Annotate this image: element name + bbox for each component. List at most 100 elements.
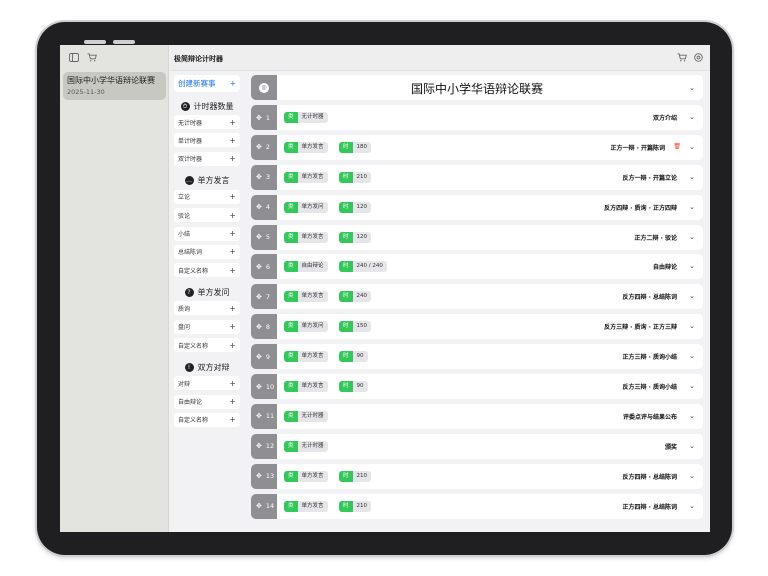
time-tag[interactable]: 时 210: [339, 470, 372, 482]
cart-icon[interactable]: [86, 53, 98, 65]
time-tag[interactable]: 时 150: [339, 321, 372, 333]
time-tag[interactable]: 时 180: [339, 141, 372, 153]
palette-item[interactable]: 盘问 +: [174, 319, 240, 334]
plus-icon[interactable]: +: [229, 247, 236, 256]
chevron-down-icon[interactable]: ⌄: [689, 233, 695, 241]
drag-handle[interactable]: ✥ 1: [251, 105, 277, 130]
segment-row[interactable]: ✥ 7 类单方发言时 240 反方四辩 · 总结陈词 ⌄: [251, 284, 703, 310]
plus-icon[interactable]: +: [229, 229, 236, 238]
chevron-down-icon[interactable]: ⌄: [689, 143, 695, 151]
type-tag[interactable]: 类单方发问: [284, 321, 328, 333]
plus-icon[interactable]: +: [229, 379, 236, 388]
time-tag[interactable]: 时 210: [339, 500, 372, 512]
plus-icon[interactable]: +: [229, 211, 236, 220]
palette-item[interactable]: 自定义名称 +: [174, 412, 240, 427]
palette-item[interactable]: 双计时器 +: [174, 151, 240, 166]
segment-row[interactable]: ✥ 13 类单方发言时 210 反方四辩 · 总结陈词 ⌄: [251, 463, 703, 489]
segment-row[interactable]: ✥ 4 类单方发问时 120 反方四辩 · 质询 · 正方四辩 ⌄: [251, 194, 703, 220]
type-tag[interactable]: 类单方发言: [284, 470, 328, 482]
type-tag[interactable]: 类单方发言: [284, 291, 328, 303]
type-tag[interactable]: 类单方发言: [284, 231, 328, 243]
chevron-down-icon[interactable]: ⌄: [689, 173, 695, 181]
segment-row[interactable]: ✥ 6 类自由辩论时 240 / 240 自由辩论 ⌄: [251, 254, 703, 280]
plus-icon[interactable]: +: [229, 415, 236, 424]
type-tag[interactable]: 类单方发言: [284, 141, 328, 153]
drag-handle[interactable]: ✥ 6: [251, 254, 277, 280]
palette-item[interactable]: 立论 +: [174, 189, 240, 204]
drag-handle[interactable]: ✥ 9: [251, 344, 277, 370]
chevron-down-icon[interactable]: ⌄: [689, 382, 695, 390]
drag-handle[interactable]: ✥ 11: [251, 403, 277, 429]
segment-row[interactable]: ✥ 3 类单方发言时 210 反方一辩 · 开篇立论 ⌄: [251, 164, 703, 190]
drag-handle[interactable]: ✥ 8: [251, 314, 277, 340]
sidebar-toggle-icon[interactable]: [68, 53, 80, 65]
type-tag[interactable]: 类自由辩论: [284, 261, 328, 273]
chevron-down-icon[interactable]: ⌄: [689, 113, 695, 121]
drag-handle[interactable]: ✥ 10: [251, 374, 277, 400]
chevron-down-icon[interactable]: ⌄: [689, 322, 695, 330]
segment-row[interactable]: ✥ 2 类单方发言时 180 正方一辩 · 开篇陈词 🗑 ⌄: [251, 134, 703, 160]
time-tag[interactable]: 时 210: [339, 171, 372, 183]
segment-row[interactable]: ✥ 12 类无计时器 颁奖 ⌄: [251, 433, 703, 459]
drag-handle[interactable]: ✥ 7: [251, 284, 277, 310]
palette-item[interactable]: 自定义名称 +: [174, 263, 240, 278]
chevron-down-icon[interactable]: ⌄: [689, 352, 695, 360]
type-tag[interactable]: 类无计时器: [284, 112, 328, 123]
palette-item[interactable]: 自由辩论 +: [174, 394, 240, 409]
type-tag[interactable]: 类单方发言: [284, 381, 328, 393]
type-tag[interactable]: 类单方发言: [284, 351, 328, 363]
time-tag[interactable]: 时 90: [339, 381, 368, 393]
segment-row[interactable]: ✥ 14 类单方发言时 210 正方四辩 · 总结陈词 ⌄: [251, 493, 703, 519]
plus-icon[interactable]: +: [229, 192, 236, 201]
segment-row[interactable]: ✥ 8 类单方发问时 150 反方三辩 · 质询 · 正方三辩 ⌄: [251, 314, 703, 340]
plus-icon[interactable]: +: [229, 341, 236, 350]
segment-row[interactable]: ✥ 11 类无计时器 评委点评与结果公布 ⌄: [251, 403, 703, 429]
type-tag[interactable]: 类无计时器: [284, 440, 328, 452]
segment-row[interactable]: ✥ 10 类单方发言时 90 反方三辩 · 质询小结 ⌄: [251, 374, 703, 400]
chevron-down-icon[interactable]: ⌄: [689, 412, 695, 420]
segment-row[interactable]: ✥ 5 类单方发言时 120 正方二辩 · 驳论 ⌄: [251, 224, 703, 250]
palette-item[interactable]: 自定义名称 +: [174, 338, 240, 353]
drag-handle[interactable]: ✥ 4: [251, 194, 277, 220]
plus-icon[interactable]: +: [229, 322, 236, 331]
chevron-down-icon[interactable]: ⌄: [689, 262, 695, 270]
palette-item[interactable]: 总结陈词 +: [174, 244, 240, 259]
cart-icon[interactable]: [677, 53, 687, 65]
palette-item[interactable]: 对辩 +: [174, 376, 240, 391]
type-tag[interactable]: 类单方发问: [284, 201, 328, 213]
chevron-down-icon[interactable]: ⌄: [689, 203, 695, 211]
segment-row[interactable]: ✥ 9 类单方发言时 90 正方三辩 · 质询小结 ⌄: [251, 344, 703, 370]
drag-handle[interactable]: ✥ 14: [251, 493, 277, 519]
settings-icon[interactable]: [694, 53, 703, 65]
palette-item[interactable]: 小结 +: [174, 226, 240, 241]
plus-icon[interactable]: +: [229, 397, 236, 406]
palette-item[interactable]: 无计时器 +: [174, 115, 240, 129]
chevron-down-icon[interactable]: ⌄: [689, 442, 695, 450]
time-tag[interactable]: 时 120: [339, 231, 372, 243]
type-tag[interactable]: 类单方发言: [284, 500, 328, 512]
chevron-down-icon[interactable]: ⌄: [689, 502, 695, 510]
new-event-button[interactable]: 创建新赛事 +: [174, 75, 240, 92]
plus-icon[interactable]: +: [229, 266, 236, 275]
time-tag[interactable]: 时 90: [339, 351, 368, 363]
chevron-down-icon[interactable]: ⌄: [689, 84, 695, 92]
drag-handle[interactable]: ✥ 5: [251, 224, 277, 250]
palette-item[interactable]: 质询 +: [174, 301, 240, 316]
time-tag[interactable]: 时 240 / 240: [339, 261, 387, 273]
event-header[interactable]: ◎ 国际中小学华语辩论联赛 ⌄: [251, 75, 703, 100]
drag-handle[interactable]: ✥ 13: [251, 463, 277, 489]
drag-handle[interactable]: ✥ 12: [251, 433, 277, 459]
chevron-down-icon[interactable]: ⌄: [689, 292, 695, 300]
drag-handle[interactable]: ✥ 3: [251, 164, 277, 190]
plus-icon[interactable]: +: [229, 118, 236, 127]
type-tag[interactable]: 类无计时器: [284, 410, 328, 422]
time-tag[interactable]: 时 240: [339, 291, 372, 303]
time-tag[interactable]: 时 120: [339, 201, 372, 213]
trash-icon[interactable]: 🗑: [673, 143, 681, 150]
segment-row[interactable]: ✥ 1 类无计时器 双方介绍 ⌄: [251, 105, 703, 130]
palette-item[interactable]: 驳论 +: [174, 208, 240, 223]
plus-icon[interactable]: +: [229, 136, 236, 145]
chevron-down-icon[interactable]: ⌄: [689, 472, 695, 480]
palette-item[interactable]: 单计时器 +: [174, 133, 240, 148]
type-tag[interactable]: 类单方发言: [284, 171, 328, 183]
